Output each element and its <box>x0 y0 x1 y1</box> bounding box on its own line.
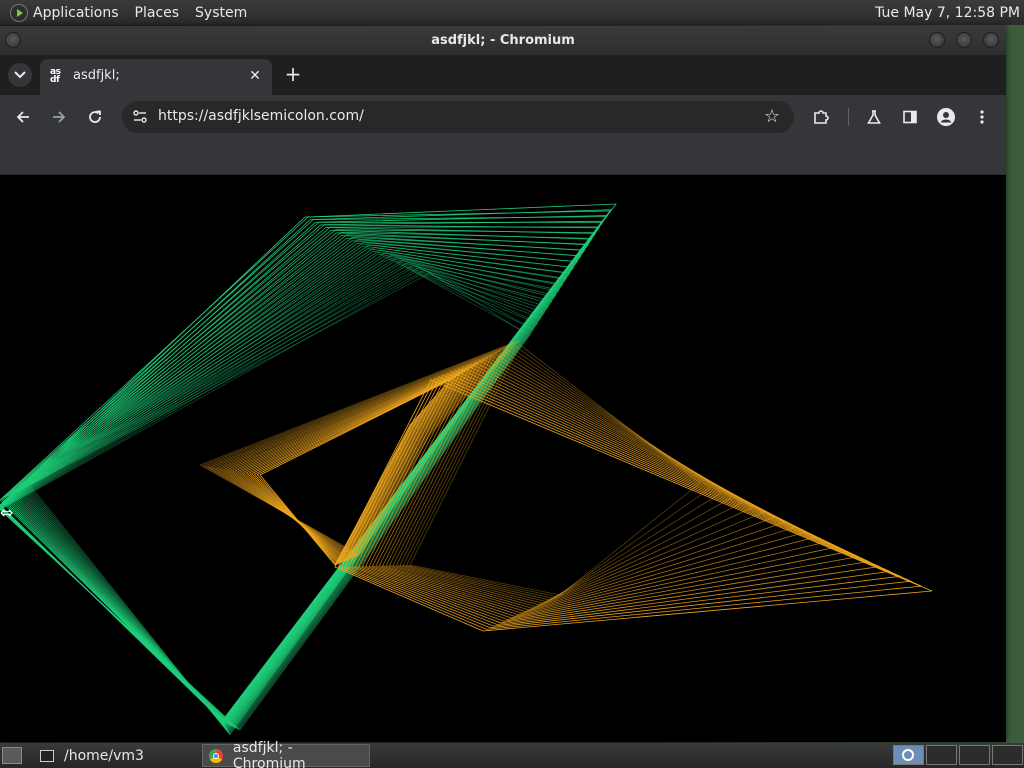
workspace-3[interactable] <box>959 745 990 765</box>
new-tab-button[interactable]: + <box>282 62 304 86</box>
browser-toolbar: https://asdfjklsemicolon.com/ ☆ <box>0 95 1006 139</box>
tab-strip: as df asdfjkl; ✕ + <box>0 55 1006 95</box>
reload-button[interactable] <box>83 105 107 129</box>
menu-places[interactable]: Places <box>135 5 180 21</box>
tab-search-button[interactable] <box>8 63 32 87</box>
window-maximize-button[interactable] <box>956 32 972 48</box>
taskbar-item-label: asdfjkl; - Chromium <box>232 739 306 768</box>
window-menu-button[interactable] <box>5 32 21 48</box>
chromium-window: asdfjkl; - Chromium as df asdfjkl; ✕ + h… <box>0 26 1006 742</box>
puzzle-icon <box>814 110 829 124</box>
side-panel-icon <box>903 110 917 124</box>
side-panel-button[interactable] <box>898 105 922 129</box>
menu-system[interactable]: System <box>195 5 247 21</box>
window-titlebar[interactable]: asdfjkl; - Chromium <box>0 26 1006 55</box>
window-close-button[interactable] <box>983 32 999 48</box>
workspace-1[interactable] <box>893 745 924 765</box>
workspace-4[interactable] <box>992 745 1023 765</box>
bookmarks-bar <box>0 139 1006 175</box>
art-line <box>385 355 775 607</box>
terminal-icon <box>40 749 54 762</box>
taskbar-item-terminal[interactable]: /home/vm3 <box>34 744 198 767</box>
window-minimize-button[interactable] <box>929 32 945 48</box>
art-line <box>2 215 609 723</box>
extensions-button[interactable] <box>809 105 833 129</box>
flask-icon <box>867 110 881 124</box>
reload-icon <box>89 110 101 123</box>
arrow-left-icon <box>16 111 29 123</box>
chevron-down-icon <box>14 68 26 82</box>
art-line <box>0 216 608 723</box>
chromium-icon <box>209 748 223 763</box>
workspace-2[interactable] <box>926 745 957 765</box>
arrow-right-icon <box>53 111 66 123</box>
mouse-cursor-icon: ⇔ <box>0 503 14 522</box>
menu-applications[interactable]: Applications <box>33 5 119 21</box>
bottom-panel: /home/vm3 asdfjkl; - Chromium <box>0 740 1024 768</box>
profile-button[interactable] <box>934 105 958 129</box>
tab-active[interactable]: as df asdfjkl; ✕ <box>40 59 272 95</box>
line-art-canvas <box>0 203 933 736</box>
tab-close-icon[interactable]: ✕ <box>246 67 264 85</box>
tab-title: asdfjkl; <box>73 68 120 83</box>
url-text[interactable]: https://asdfjklsemicolon.com/ <box>158 108 364 124</box>
profile-icon <box>937 108 955 126</box>
tune-icon[interactable] <box>132 109 148 125</box>
toolbar-divider <box>848 108 849 126</box>
page-canvas[interactable]: ⇔ <box>0 175 1006 742</box>
more-vert-icon <box>980 110 984 124</box>
taskbar-item-label: /home/vm3 <box>64 747 144 764</box>
forward-button[interactable] <box>47 105 71 129</box>
show-desktop-icon[interactable] <box>2 747 22 764</box>
chrome-menu-button[interactable] <box>970 105 994 129</box>
window-title: asdfjkl; - Chromium <box>431 33 575 48</box>
labs-button[interactable] <box>862 105 886 129</box>
back-button[interactable] <box>11 105 35 129</box>
art-line <box>240 366 473 563</box>
art-line <box>6 229 595 725</box>
art-line <box>0 203 617 721</box>
star-icon[interactable]: ☆ <box>764 106 780 127</box>
panel-clock[interactable]: Tue May 7, 12:58 PM <box>875 5 1020 21</box>
distro-logo-icon[interactable] <box>10 3 28 22</box>
top-panel: Applications Places System Tue May 7, 12… <box>0 0 1024 25</box>
site-favicon-icon: as df <box>50 67 61 85</box>
address-bar[interactable]: https://asdfjklsemicolon.com/ ☆ <box>122 101 794 133</box>
taskbar-item-chromium[interactable]: asdfjkl; - Chromium <box>202 740 370 768</box>
